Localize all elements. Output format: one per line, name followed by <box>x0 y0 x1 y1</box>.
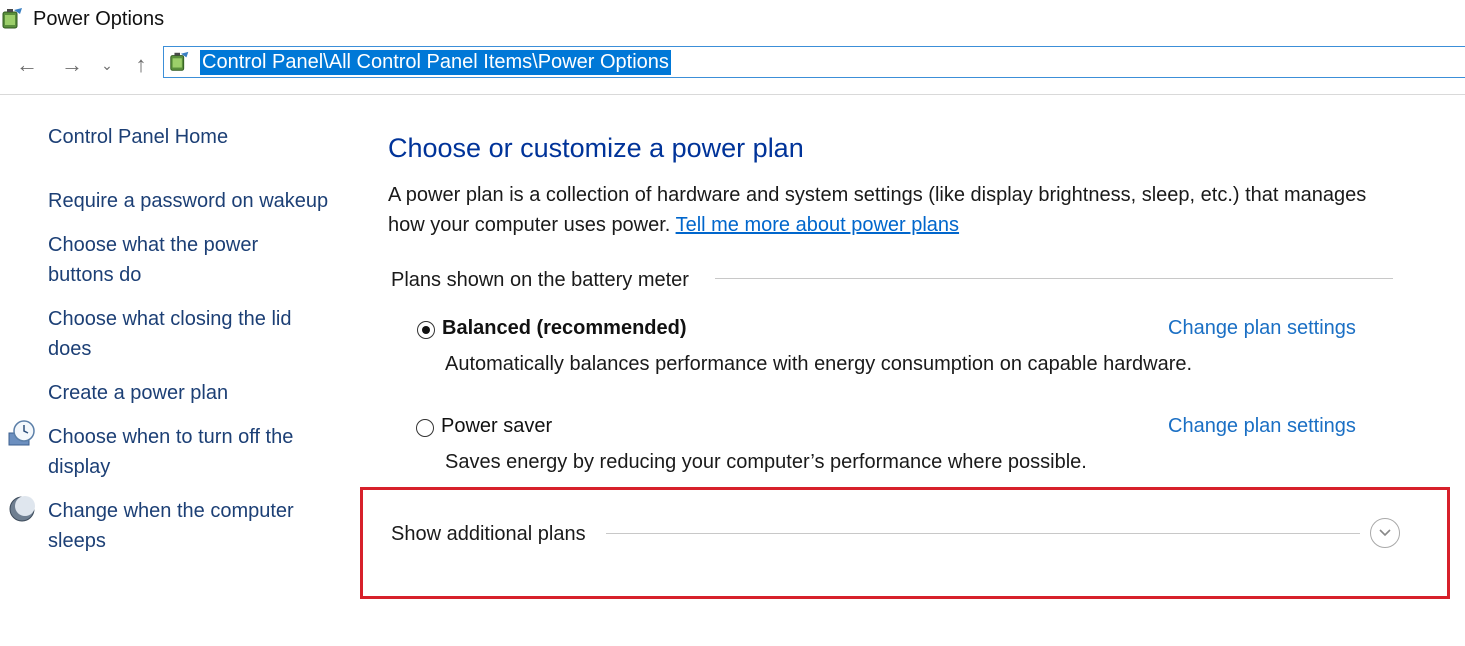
balanced-plan-description: Automatically balances performance with … <box>445 353 1193 375</box>
chevron-down-icon <box>1379 529 1391 537</box>
page-description: A power plan is a collection of hardware… <box>388 180 1388 240</box>
sidebar-item-closing-lid[interactable]: Choose what closing the lid does <box>48 304 313 364</box>
sidebar-item-computer-sleeps[interactable]: Change when the computer sleeps <box>48 496 323 556</box>
navigation-bar: ← → ⌄ ↑ Control Panel\All Control Panel … <box>0 44 1465 88</box>
power-saver-change-settings-link[interactable]: Change plan settings <box>1168 415 1356 438</box>
display-clock-icon <box>8 420 35 446</box>
power-saver-plan-description: Saves energy by reducing your computer’s… <box>445 451 1087 473</box>
section-divider <box>715 278 1393 279</box>
expand-additional-plans-button[interactable] <box>1370 518 1400 548</box>
sidebar-item-turn-off-display[interactable]: Choose when to turn off the display <box>48 422 323 482</box>
up-arrow-icon: ↑ <box>135 52 147 77</box>
up-button[interactable]: ↑ <box>126 50 156 80</box>
forward-button[interactable]: → <box>57 50 87 80</box>
balanced-change-settings-link[interactable]: Change plan settings <box>1168 317 1356 340</box>
battery-meter-section-label: Plans shown on the battery meter <box>391 269 701 292</box>
chevron-down-icon: ⌄ <box>101 56 113 73</box>
page-title: Choose or customize a power plan <box>388 133 804 163</box>
back-arrow-icon: ← <box>16 52 38 77</box>
address-path[interactable]: Control Panel\All Control Panel Items\Po… <box>200 50 671 75</box>
section-divider <box>606 533 1360 534</box>
back-button[interactable]: ← <box>12 50 42 80</box>
power-options-icon <box>170 51 189 71</box>
recent-locations-button[interactable]: ⌄ <box>97 50 117 80</box>
power-saver-plan-radio[interactable] <box>416 419 434 437</box>
power-plans-help-link[interactable]: Tell me more about power plans <box>676 214 959 236</box>
moon-icon <box>9 496 35 522</box>
address-bar[interactable]: Control Panel\All Control Panel Items\Po… <box>163 46 1465 78</box>
show-additional-plans-label[interactable]: Show additional plans <box>391 523 598 546</box>
sidebar-item-power-buttons[interactable]: Choose what the power buttons do <box>48 230 288 290</box>
balanced-plan-name[interactable]: Balanced (recommended) <box>442 317 687 340</box>
power-saver-plan-name[interactable]: Power saver <box>441 415 552 438</box>
main-content: Choose or customize a power plan A power… <box>360 95 1465 646</box>
window-title: Power Options <box>33 8 165 30</box>
control-panel-home-link[interactable]: Control Panel Home <box>48 122 348 152</box>
sidebar: Control Panel Home Require a password on… <box>0 95 350 646</box>
title-bar: Power Options <box>0 0 1465 40</box>
forward-arrow-icon: → <box>61 52 83 77</box>
power-options-icon <box>2 8 22 29</box>
sidebar-item-create-plan[interactable]: Create a power plan <box>48 378 348 408</box>
sidebar-item-require-password[interactable]: Require a password on wakeup <box>48 186 348 216</box>
balanced-plan-radio[interactable] <box>417 321 435 339</box>
